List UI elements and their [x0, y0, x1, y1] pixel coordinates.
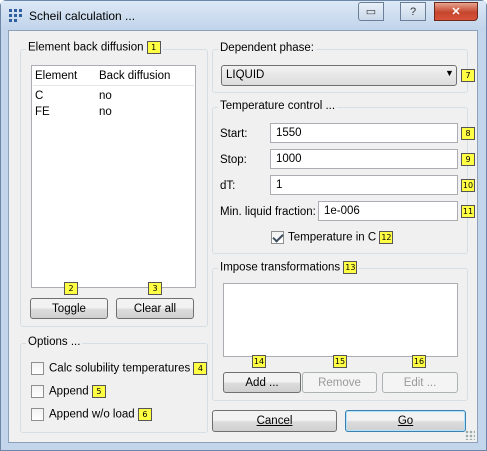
cancel-button[interactable]: Cancel	[212, 410, 337, 432]
temperature-in-c-checkbox[interactable]	[271, 231, 284, 244]
add-button[interactable]: Add ...	[223, 372, 301, 393]
badge-13: 13	[343, 261, 358, 274]
transforms-group-title: Impose transformations 13	[218, 261, 360, 274]
go-button[interactable]: Go	[345, 410, 466, 432]
badge-12: 12	[379, 231, 394, 244]
edit-button[interactable]: Edit ...	[382, 372, 458, 393]
cell-element: FE	[35, 106, 50, 118]
cell-element: C	[35, 90, 44, 102]
temperature-in-c-label[interactable]: Temperature in C 12	[288, 231, 394, 244]
element-list[interactable]: Element Back diffusion C no FE no	[31, 65, 196, 288]
append-text: Append	[49, 385, 89, 398]
append-label[interactable]: Append 5	[49, 385, 106, 398]
transforms-list[interactable]	[223, 283, 458, 357]
badge-2: 2	[64, 282, 78, 295]
column-header-back-diffusion[interactable]: Back diffusion	[99, 70, 170, 82]
cell-back-diffusion: no	[99, 106, 112, 118]
calc-solubility-checkbox[interactable]	[31, 362, 44, 375]
badge-7: 7	[461, 69, 475, 82]
min-liquid-label: Min. liquid fraction:	[220, 206, 316, 218]
dt-input[interactable]: 1	[270, 175, 458, 195]
badge-3: 3	[148, 282, 162, 295]
badge-8: 8	[461, 127, 475, 140]
chevron-down-icon: ▼	[445, 68, 454, 78]
title-bar[interactable]: Scheil calculation ... ▭ ? ✕	[1, 1, 486, 31]
header-divider	[33, 85, 194, 86]
restore-icon[interactable]: ▭	[358, 2, 384, 21]
options-group-label: Options ...	[26, 336, 83, 348]
toggle-button[interactable]: Toggle	[30, 298, 108, 319]
element-group-label: Element back diffusion	[28, 41, 144, 54]
stop-label: Stop:	[220, 154, 247, 166]
element-group-title: Element back diffusion 1	[26, 41, 163, 54]
close-button[interactable]: ✕	[434, 2, 478, 21]
temperature-in-c-text: Temperature in C	[288, 231, 377, 244]
temperature-group-label: Temperature control ...	[218, 100, 338, 112]
append-wo-load-checkbox[interactable]	[31, 408, 44, 421]
badge-1: 1	[146, 41, 161, 54]
append-wo-load-text: Append w/o load	[49, 408, 135, 421]
badge-11: 11	[461, 205, 475, 218]
append-wo-load-label[interactable]: Append w/o load 6	[49, 408, 152, 421]
badge-10: 10	[461, 179, 475, 192]
badge-14: 14	[252, 355, 266, 368]
start-input[interactable]: 1550	[270, 123, 458, 143]
table-row[interactable]: FE no	[33, 104, 194, 120]
badge-5: 5	[91, 385, 106, 398]
badge-16: 16	[412, 355, 426, 368]
column-header-element[interactable]: Element	[35, 70, 77, 82]
dependent-phase-label: Dependent phase:	[218, 42, 316, 54]
calc-solubility-label[interactable]: Calc solubility temperatures 4	[49, 362, 208, 375]
help-button[interactable]: ?	[400, 2, 426, 21]
clear-all-button[interactable]: Clear all	[116, 298, 194, 319]
dependent-phase-select[interactable]: LIQUID ▼	[221, 65, 457, 86]
dependent-phase-value: LIQUID	[226, 69, 265, 81]
min-liquid-input[interactable]: 1e-006	[318, 201, 458, 221]
remove-button[interactable]: Remove	[302, 372, 377, 393]
window-title: Scheil calculation ...	[29, 9, 136, 23]
calc-solubility-text: Calc solubility temperatures	[49, 362, 191, 375]
dt-label: dT:	[220, 180, 236, 192]
dialog-client: Element back diffusion 1 Element Back di…	[8, 30, 478, 443]
start-label: Start:	[220, 128, 248, 140]
cell-back-diffusion: no	[99, 90, 112, 102]
stop-input[interactable]: 1000	[270, 149, 458, 169]
badge-9: 9	[461, 153, 475, 166]
resize-grip[interactable]	[465, 430, 475, 440]
badge-4: 4	[193, 362, 208, 375]
transforms-label: Impose transformations	[220, 261, 341, 274]
app-icon	[9, 9, 23, 23]
append-checkbox[interactable]	[31, 385, 44, 398]
table-row[interactable]: C no	[33, 88, 194, 104]
badge-15: 15	[333, 355, 347, 368]
badge-6: 6	[137, 408, 152, 421]
